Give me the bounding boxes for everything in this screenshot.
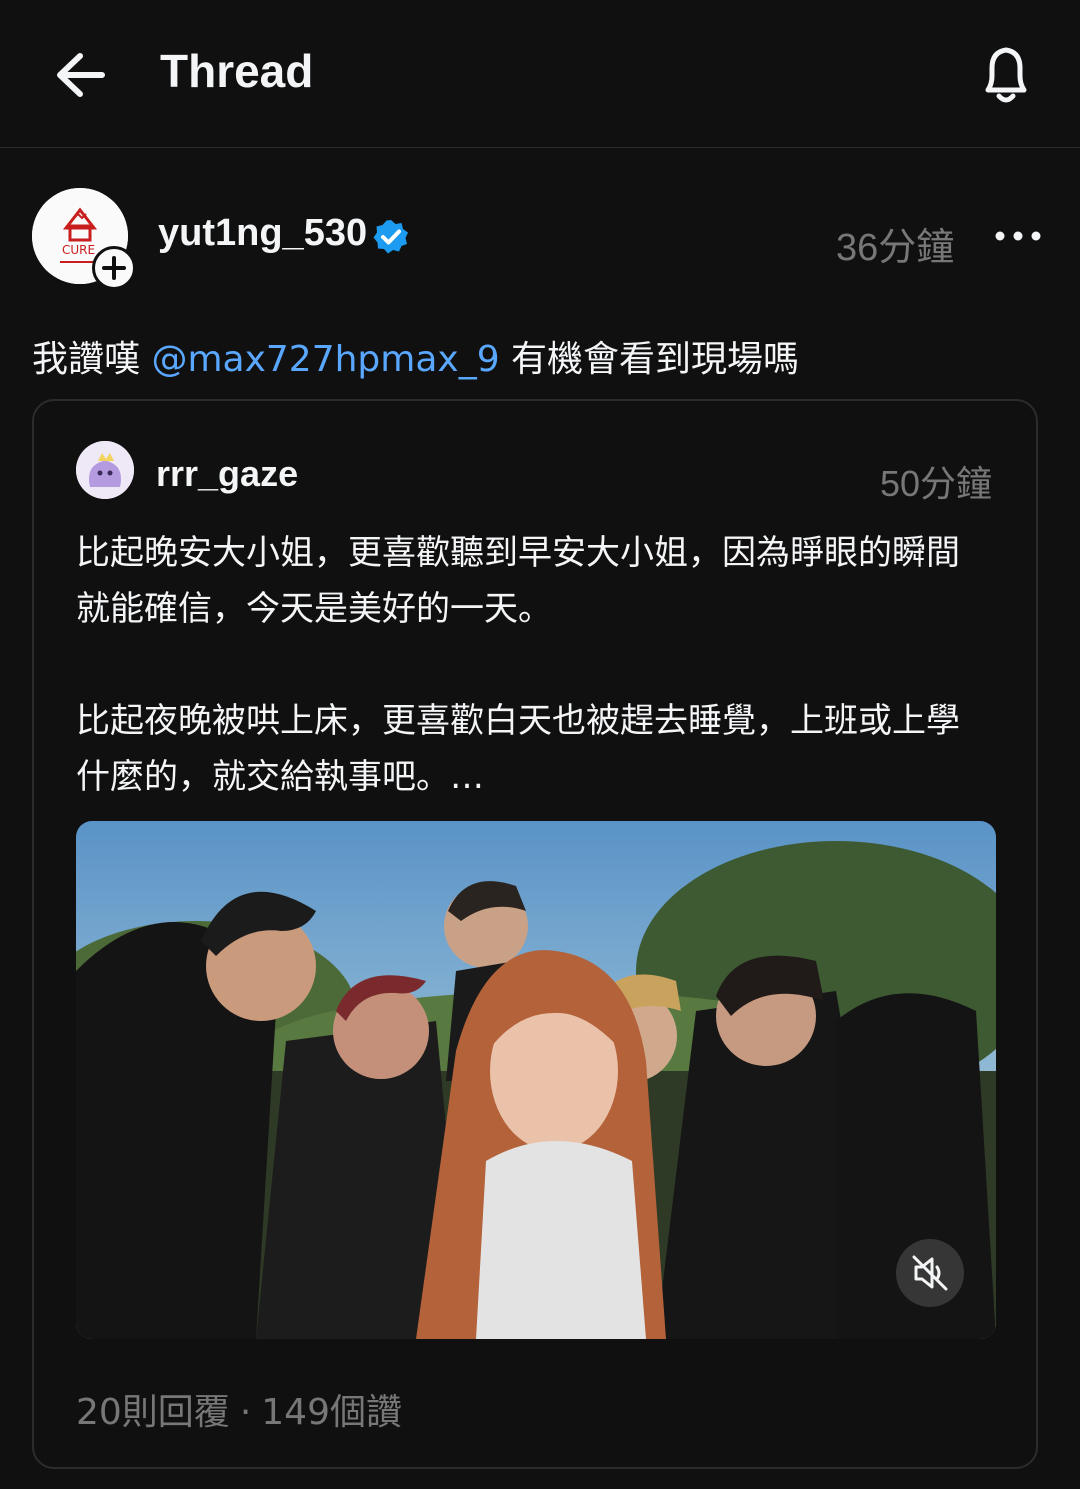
top-bar: Thread	[0, 0, 1080, 148]
video-thumbnail[interactable]	[76, 821, 996, 1339]
quoted-post-time: 50分鐘	[880, 463, 993, 504]
mute-toggle-button[interactable]	[896, 1239, 964, 1307]
follow-button[interactable]	[92, 246, 136, 290]
page-title: Thread	[160, 45, 314, 97]
more-options-button[interactable]	[990, 216, 1046, 256]
more-horizontal-icon	[995, 231, 1041, 241]
svg-text:CURE: CURE	[62, 243, 95, 257]
post-time: 36分鐘	[836, 227, 955, 269]
stats-separator: ·	[239, 1392, 252, 1433]
replies-count[interactable]: 20則回覆	[76, 1392, 230, 1433]
group-photo-image	[76, 821, 996, 1339]
quoted-author-avatar[interactable]	[76, 441, 134, 499]
quoted-post[interactable]: rrr_gaze 50分鐘 比起晚安大小姐，更喜歡聽到早安大小姐，因為睜眼的瞬間…	[32, 399, 1038, 1469]
engagement-stats: 20則回覆 · 149個讚	[76, 1383, 402, 1435]
post-text-prefix: 我讚嘆	[32, 339, 152, 380]
quoted-author-username[interactable]: rrr_gaze	[156, 453, 298, 495]
back-button[interactable]	[50, 48, 110, 102]
notifications-button[interactable]	[972, 40, 1040, 110]
speaker-muted-icon	[912, 1255, 948, 1291]
likes-count[interactable]: 149個讚	[261, 1392, 402, 1433]
plus-icon	[102, 256, 126, 280]
arrow-left-icon	[57, 53, 105, 97]
mention-link[interactable]: @max727hpmax_9	[151, 339, 499, 380]
post-body: 我讚嘆 @max727hpmax_9 有機會看到現場嗎	[32, 330, 799, 382]
post-text-suffix: 有機會看到現場嗎	[499, 339, 800, 380]
purple-creature-avatar-image	[76, 441, 134, 499]
verified-badge-icon	[373, 220, 408, 254]
quoted-post-text: 比起晚安大小姐，更喜歡聽到早安大小姐，因為睜眼的瞬間就能確信，今天是美好的一天。…	[76, 533, 960, 797]
author-username[interactable]: yut1ng_530	[158, 212, 367, 255]
bell-icon	[985, 47, 1027, 103]
